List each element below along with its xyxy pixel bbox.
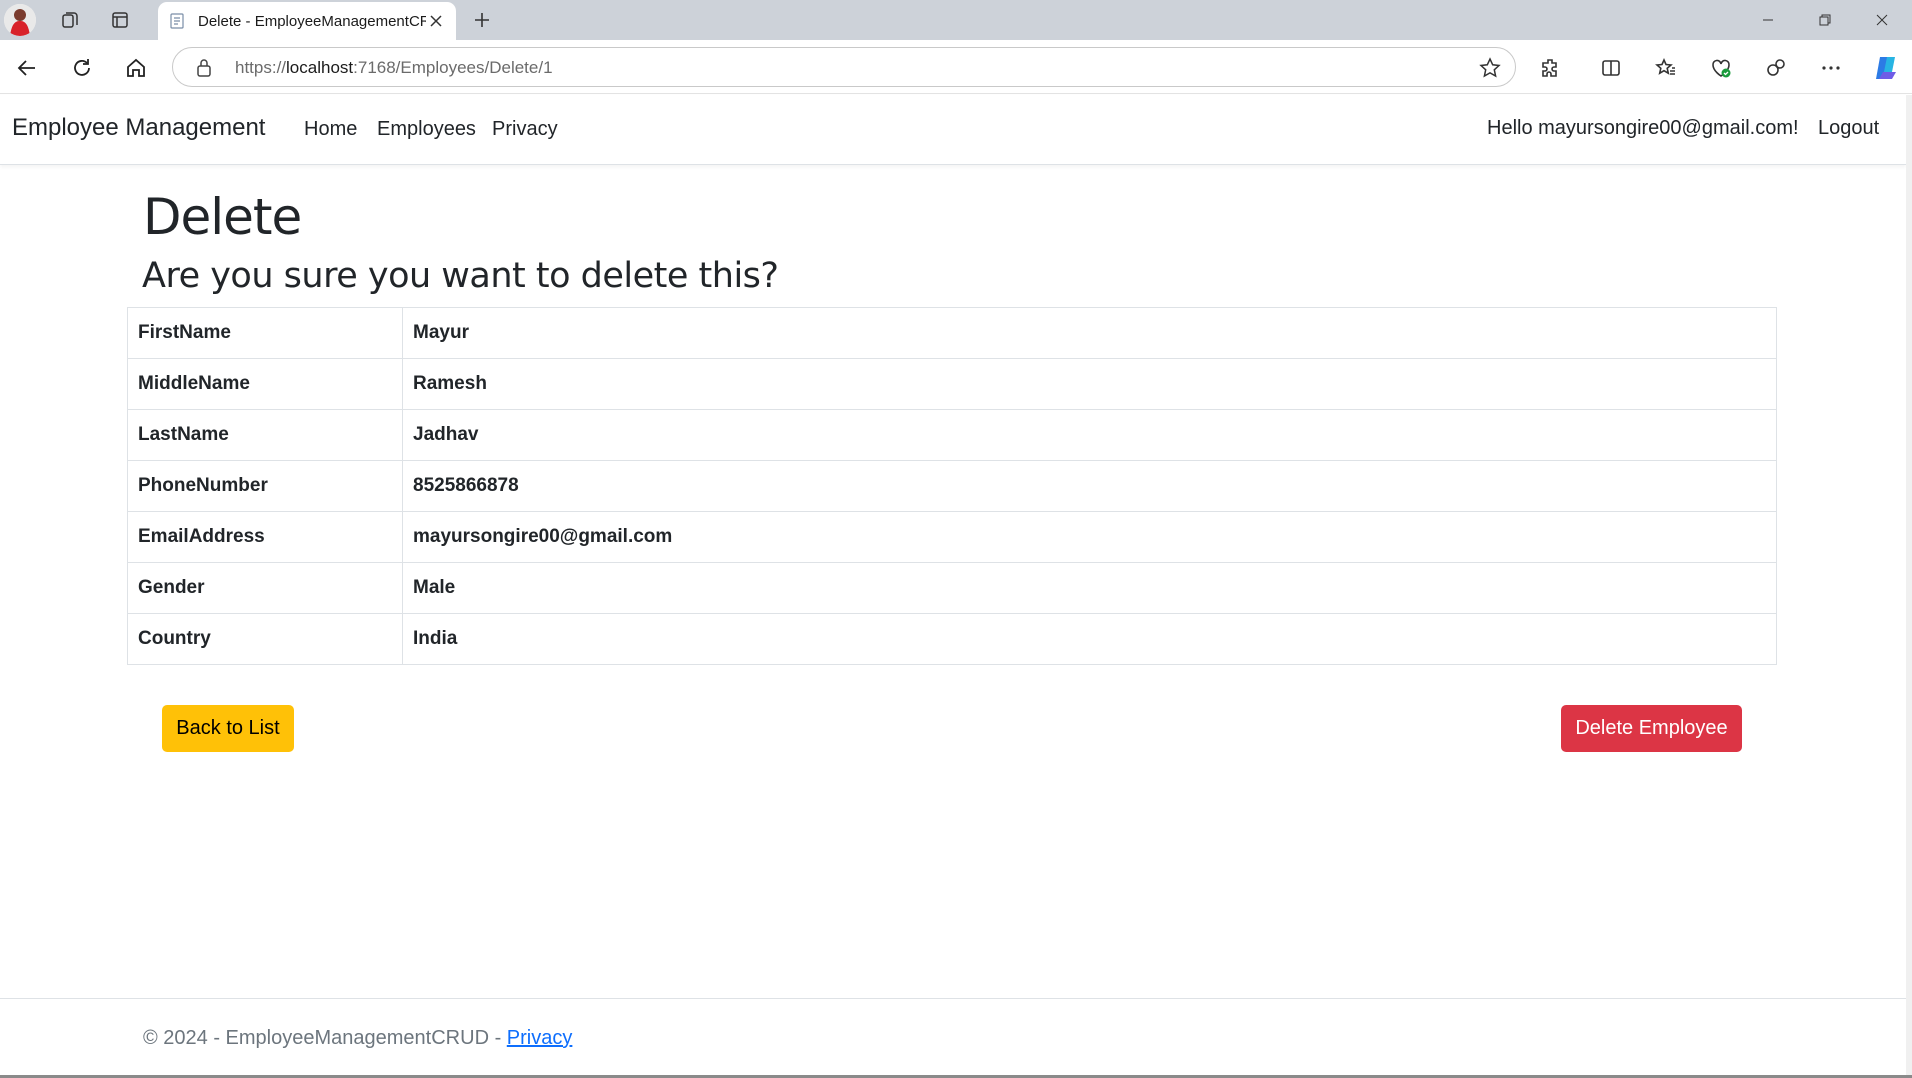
favorites-icon[interactable] (1650, 52, 1682, 84)
tab-title: Delete - EmployeeManagementCRUD (198, 12, 426, 30)
employee-details-table: FirstName Mayur MiddleName Ramesh LastNa… (127, 307, 1777, 665)
back-arrow-icon[interactable] (11, 52, 43, 84)
tab-active[interactable]: Delete - EmployeeManagementCRUD (158, 2, 456, 40)
field-value: India (402, 613, 1777, 665)
field-value: Jadhav (402, 409, 1777, 461)
split-screen-icon[interactable] (1595, 52, 1627, 84)
table-row: LastName Jadhav (127, 409, 1777, 461)
field-value: mayursongire00@gmail.com (402, 511, 1777, 563)
field-label: EmailAddress (127, 511, 403, 563)
logout-link[interactable]: Logout (1818, 117, 1879, 140)
nav-employees[interactable]: Employees (377, 118, 476, 141)
field-label: MiddleName (127, 358, 403, 410)
table-row: MiddleName Ramesh (127, 358, 1777, 410)
url-text: https://localhost:7168/Employees/Delete/… (235, 58, 553, 77)
page-icon (168, 12, 186, 30)
minimize-icon[interactable] (1740, 0, 1796, 40)
user-greeting[interactable]: Hello mayursongire00@gmail.com! (1487, 117, 1799, 140)
page-scrollbar[interactable] (1906, 95, 1912, 1078)
copilot-icon[interactable] (1870, 52, 1902, 84)
lock-icon[interactable] (195, 58, 213, 83)
table-row: Country India (127, 613, 1777, 665)
browser-toolbar: https://localhost:7168/Employees/Delete/… (0, 40, 1912, 119)
table-row: PhoneNumber 8525866878 (127, 460, 1777, 512)
page-title: Delete (143, 188, 302, 246)
workspaces-icon[interactable] (56, 6, 84, 34)
home-icon[interactable] (120, 52, 152, 84)
field-label: LastName (127, 409, 403, 461)
extensions-icon[interactable] (1535, 52, 1567, 84)
field-value: 8525866878 (402, 460, 1777, 512)
profile-avatar[interactable] (4, 4, 36, 36)
field-label: Country (127, 613, 403, 665)
confirm-question: Are you sure you want to delete this? (142, 256, 779, 296)
collections-icon[interactable] (1760, 52, 1792, 84)
favorite-star-icon[interactable] (1479, 57, 1501, 84)
field-value: Mayur (402, 307, 1777, 359)
footer-text: © 2024 - EmployeeManagementCRUD - Privac… (143, 1027, 572, 1050)
table-row: Gender Male (127, 562, 1777, 614)
back-to-list-button[interactable]: Back to List (162, 705, 294, 752)
address-bar[interactable]: https://localhost:7168/Employees/Delete/… (172, 47, 1516, 87)
field-label: PhoneNumber (127, 460, 403, 512)
field-value: Male (402, 562, 1777, 614)
browser-essentials-icon[interactable] (1705, 52, 1737, 84)
field-label: Gender (127, 562, 403, 614)
restore-icon[interactable] (1797, 0, 1853, 40)
new-tab-icon[interactable] (468, 6, 496, 34)
page-footer: © 2024 - EmployeeManagementCRUD - Privac… (0, 998, 1906, 1078)
table-row: EmailAddress mayursongire00@gmail.com (127, 511, 1777, 563)
browser-tab-strip: Delete - EmployeeManagementCRUD (0, 0, 1912, 40)
app-navbar: Employee Management Home Employees Priva… (0, 95, 1906, 165)
close-window-icon[interactable] (1854, 0, 1910, 40)
footer-privacy-link[interactable]: Privacy (507, 1027, 573, 1049)
field-label: FirstName (127, 307, 403, 359)
close-tab-icon[interactable] (426, 11, 446, 31)
table-row: FirstName Mayur (127, 307, 1777, 359)
delete-employee-button[interactable]: Delete Employee (1561, 705, 1742, 752)
nav-home[interactable]: Home (304, 118, 357, 141)
tab-actions-icon[interactable] (106, 6, 134, 34)
nav-privacy[interactable]: Privacy (492, 118, 558, 141)
field-value: Ramesh (402, 358, 1777, 410)
copyright-text: © 2024 - EmployeeManagementCRUD - (143, 1027, 507, 1049)
more-options-icon[interactable] (1815, 52, 1847, 84)
navbar-brand[interactable]: Employee Management (12, 114, 265, 142)
reload-icon[interactable] (66, 52, 98, 84)
